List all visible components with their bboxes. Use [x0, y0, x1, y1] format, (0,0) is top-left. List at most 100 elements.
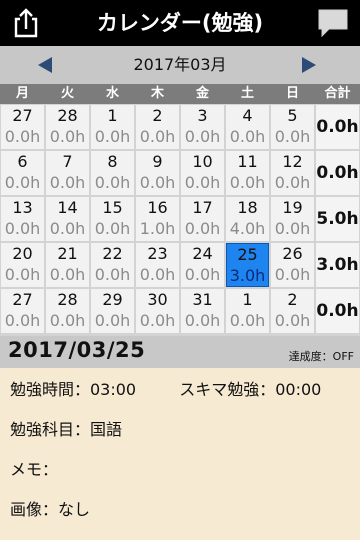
day-hours: 0.0h	[49, 265, 86, 284]
calendar-day[interactable]: 20 0.0h	[1, 243, 44, 287]
weekday-mon: 月	[15, 86, 29, 101]
day-hours: 0.0h	[184, 311, 221, 330]
day-hours: 0.0h	[49, 311, 86, 330]
weekday-sun: 日	[285, 86, 299, 101]
calendar-week-row: 20 0.0h 21 0.0h 22 0.0h 23 0.0h 24 0.0h 25 3.0h 26 0.…	[0, 242, 360, 288]
calendar-day[interactable]: 1 0.0h	[91, 105, 134, 149]
calendar-day[interactable]: 12 0.0h	[271, 151, 314, 195]
day-number: 30	[147, 290, 168, 309]
calendar-day[interactable]: 30 0.0h	[136, 289, 179, 333]
calendar-week-row: 27 0.0h 28 0.0h 1 0.0h 2 0.0h 3 0.0h 4 0.0h 5 0.0h 0.0…	[0, 104, 360, 150]
day-number: 29	[102, 290, 123, 309]
calendar-day[interactable]: 17 0.0h	[181, 197, 224, 241]
day-hours: 3.0h	[229, 266, 266, 285]
day-hours: 0.0h	[4, 127, 41, 146]
weekly-total: 0.0h	[316, 151, 359, 195]
calendar-day[interactable]: 29 0.0h	[91, 289, 134, 333]
day-number: 27	[12, 106, 33, 125]
calendar-day[interactable]: 26 0.0h	[271, 243, 314, 287]
calendar-day[interactable]: 27 0.0h	[1, 105, 44, 149]
day-number: 21	[57, 244, 78, 263]
day-number: 13	[12, 198, 33, 217]
calendar-day[interactable]: 15 0.0h	[91, 197, 134, 241]
day-hours: 0.0h	[184, 219, 221, 238]
chat-bubble-icon[interactable]	[316, 7, 350, 39]
day-number: 15	[102, 198, 123, 217]
day-number: 26	[282, 244, 303, 263]
day-hours: 1.0h	[139, 219, 176, 238]
calendar-day[interactable]: 14 0.0h	[46, 197, 89, 241]
weekday-fri: 金	[195, 86, 209, 101]
day-number: 23	[147, 244, 168, 263]
calendar-day[interactable]: 23 0.0h	[136, 243, 179, 287]
calendar-day[interactable]: 13 0.0h	[1, 197, 44, 241]
day-hours: 0.0h	[229, 127, 266, 146]
day-hours: 0.0h	[94, 265, 131, 284]
calendar-day[interactable]: 3 0.0h	[181, 105, 224, 149]
calendar-day[interactable]: 28 0.0h	[46, 289, 89, 333]
day-number: 4	[242, 106, 253, 125]
time-row: 勉強時間：03:00 スキマ勉強：00:00	[10, 380, 350, 420]
study-time: 勉強時間：03:00	[10, 380, 137, 399]
day-number: 7	[62, 152, 73, 171]
day-number: 6	[17, 152, 28, 171]
day-hours: 0.0h	[94, 127, 131, 146]
calendar-day[interactable]: 2 0.0h	[136, 105, 179, 149]
calendar-day[interactable]: 18 4.0h	[226, 197, 269, 241]
calendar-week-row: 6 0.0h 7 0.0h 8 0.0h 9 0.0h 10 0.0h 11 0.0h 12 0.0h 0.…	[0, 150, 360, 196]
image-row: 画像：なし	[10, 500, 350, 540]
calendar-day[interactable]: 31 0.0h	[181, 289, 224, 333]
day-hours: 0.0h	[94, 311, 131, 330]
calendar-day[interactable]: 27 0.0h	[1, 289, 44, 333]
calendar-day[interactable]: 4 0.0h	[226, 105, 269, 149]
calendar-day[interactable]: 6 0.0h	[1, 151, 44, 195]
calendar-day[interactable]: 16 1.0h	[136, 197, 179, 241]
calendar-day[interactable]: 11 0.0h	[226, 151, 269, 195]
calendar-day[interactable]: 28 0.0h	[46, 105, 89, 149]
day-hours: 0.0h	[184, 127, 221, 146]
calendar-day[interactable]: 24 0.0h	[181, 243, 224, 287]
weekly-total: 3.0h	[316, 243, 359, 287]
day-number: 5	[287, 106, 298, 125]
calendar-day[interactable]: 1 0.0h	[226, 289, 269, 333]
calendar-day[interactable]: 7 0.0h	[46, 151, 89, 195]
next-month-button[interactable]	[302, 57, 316, 73]
day-hours: 0.0h	[139, 127, 176, 146]
day-number: 12	[282, 152, 303, 171]
page-title: カレンダー(勉強)	[96, 11, 264, 35]
calendar-day[interactable]: 2 0.0h	[271, 289, 314, 333]
day-hours: 0.0h	[184, 173, 221, 192]
memo-row: メモ：	[10, 460, 350, 500]
day-hours: 0.0h	[184, 265, 221, 284]
spare-time: スキマ勉強：00:00	[179, 380, 322, 399]
day-hours: 0.0h	[229, 173, 266, 192]
day-hours: 0.0h	[139, 265, 176, 284]
study-details: 勉強時間：03:00 スキマ勉強：00:00 勉強科目：国語 メモ： 画像：なし	[0, 368, 360, 540]
day-number: 2	[152, 106, 163, 125]
selected-date: 2017/03/25	[8, 338, 146, 362]
achievement-status: 達成度：OFF	[288, 350, 354, 363]
day-hours: 0.0h	[94, 173, 131, 192]
day-number: 18	[237, 198, 258, 217]
month-navigator: 2017年03月	[0, 46, 360, 84]
day-hours: 0.0h	[4, 173, 41, 192]
calendar-week-row: 13 0.0h 14 0.0h 15 0.0h 16 1.0h 17 0.0h 18 4.0h 19 0.…	[0, 196, 360, 242]
day-hours: 0.0h	[4, 219, 41, 238]
calendar-day[interactable]: 22 0.0h	[91, 243, 134, 287]
calendar-day[interactable]: 8 0.0h	[91, 151, 134, 195]
day-number: 8	[107, 152, 118, 171]
calendar-day[interactable]: 21 0.0h	[46, 243, 89, 287]
day-number: 22	[102, 244, 123, 263]
image-info: 画像：なし	[10, 500, 91, 519]
weekly-total: 0.0h	[316, 105, 359, 149]
weekday-tue: 火	[60, 86, 74, 101]
day-hours: 0.0h	[274, 173, 311, 192]
day-number: 28	[57, 290, 78, 309]
calendar-day[interactable]: 5 0.0h	[271, 105, 314, 149]
calendar-day[interactable]: 10 0.0h	[181, 151, 224, 195]
calendar-day[interactable]: 19 0.0h	[271, 197, 314, 241]
calendar-day-selected[interactable]: 25 3.0h	[226, 243, 269, 287]
top-bar: カレンダー(勉強)	[0, 0, 360, 46]
calendar-day[interactable]: 9 0.0h	[136, 151, 179, 195]
day-number: 20	[12, 244, 33, 263]
